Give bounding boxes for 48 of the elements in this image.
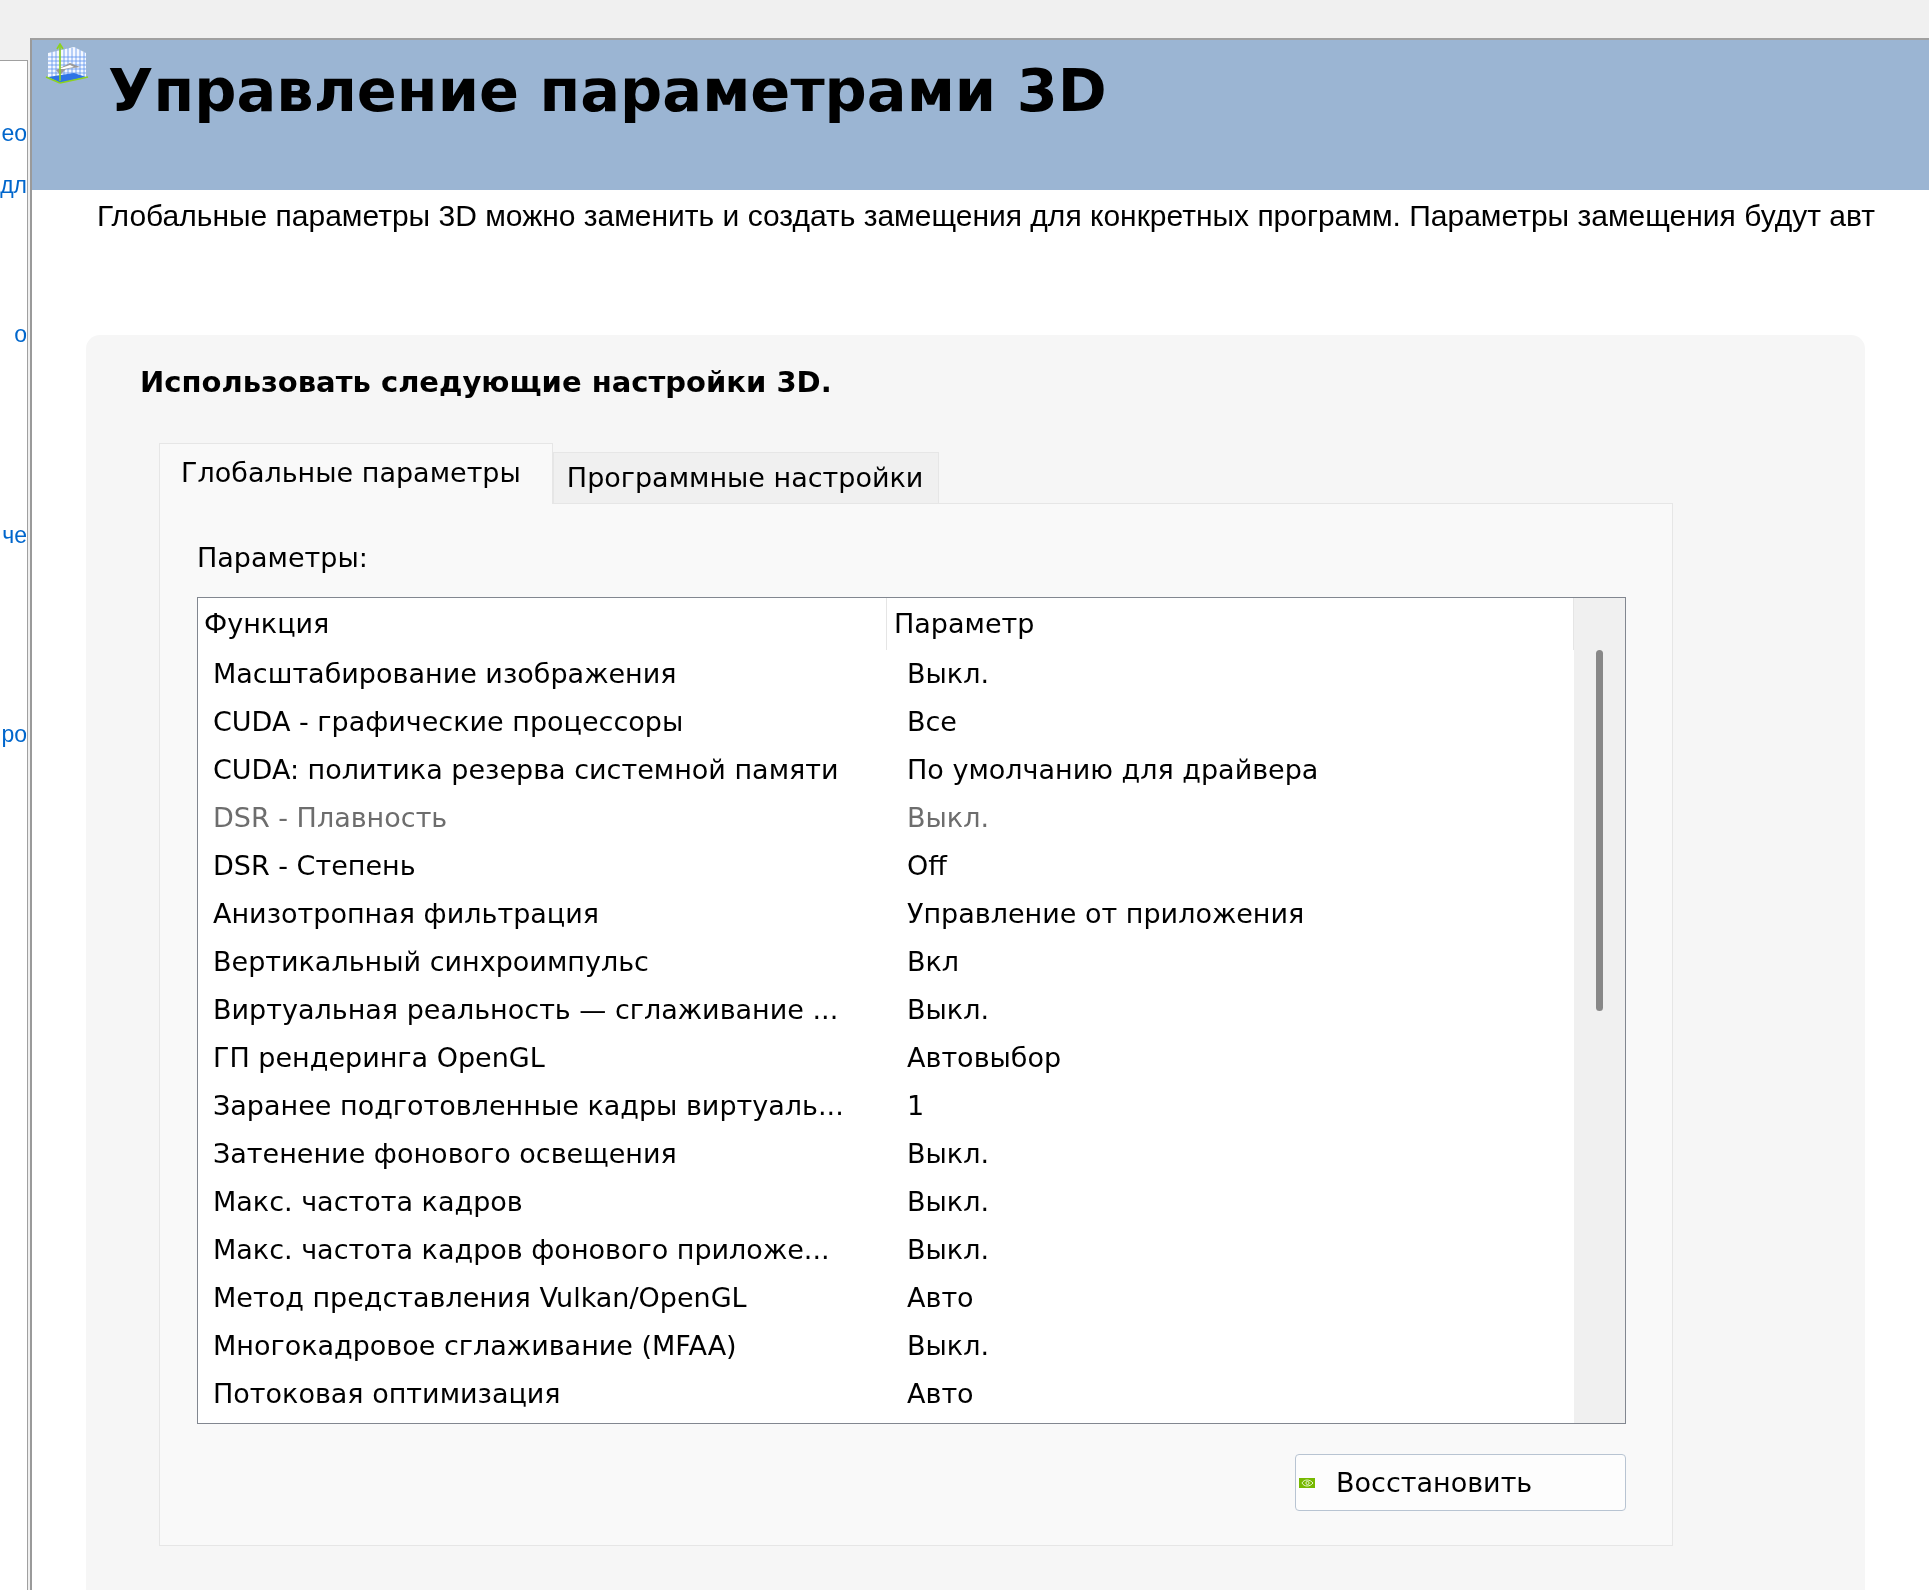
setting-name-cell-text: CUDA - графические процессоры <box>212 705 685 739</box>
setting-name-cell-text: Макс. частота кадров <box>212 1185 524 1219</box>
setting-value-cell-text: Автовыбор <box>906 1041 1062 1075</box>
scrollbar[interactable] <box>1574 598 1625 1423</box>
restore-button[interactable]: Восстановить <box>1295 1454 1626 1511</box>
sidebar-link[interactable]: ро <box>1 719 27 749</box>
setting-value-cell-text: Выкл. <box>906 801 989 835</box>
setting-name-cell-text: ГП рендеринга OpenGL <box>212 1041 546 1075</box>
panel-heading: Использовать следующие настройки 3D. <box>140 365 833 399</box>
page-description: Глобальные параметры 3D можно заменить и создать замещения для конкретных программ. Параметры замещения будут авт <box>97 198 1876 234</box>
sidebar-link[interactable]: че <box>2 520 27 550</box>
sidebar-link[interactable]: дл <box>0 170 27 200</box>
setting-value-cell-text: Выкл. <box>906 657 989 691</box>
setting-value-cell-text: Off <box>906 849 947 883</box>
setting-name-cell-text: Затенение фонового освещения <box>212 1137 678 1171</box>
setting-name-cell-text: Метод представления Vulkan/OpenGL <box>212 1281 748 1315</box>
setting-name-cell-text: Анизотропная фильтрация <box>212 897 600 931</box>
page-title: Управление параметрами 3D <box>108 55 1107 127</box>
setting-value-cell-text: Выкл. <box>906 1329 989 1363</box>
sidebar-link[interactable]: о <box>14 319 27 349</box>
sidebar-link[interactable]: ео <box>1 118 27 148</box>
setting-value-cell-text: По умолчанию для драйвера <box>906 753 1319 787</box>
setting-name-cell-text: Заранее подготовленные кадры виртуаль... <box>212 1089 845 1123</box>
setting-value-cell-text: Авто <box>906 1377 974 1411</box>
setting-value-cell-text: Управление от приложения <box>906 897 1305 931</box>
setting-name-cell-text: CUDA: политика резерва системной памяти <box>212 753 840 787</box>
setting-value-cell-text: Выкл. <box>906 1185 989 1219</box>
scrollbar-thumb[interactable] <box>1596 650 1603 1011</box>
setting-name-cell-text: Многокадровое сглаживание (MFAA) <box>212 1329 738 1363</box>
swirl-logo-icon <box>1299 1477 1315 1488</box>
column-header[interactable]: Функция <box>198 598 886 650</box>
setting-name-cell-text: Макс. частота кадров фонового приложе... <box>212 1233 831 1267</box>
setting-value-cell-text: Выкл. <box>906 1137 989 1171</box>
tab[interactable]: Глобальные параметры <box>159 443 553 504</box>
setting-value-cell-text: 1 <box>906 1089 925 1123</box>
settings-label: Параметры: <box>197 542 369 574</box>
setting-name-cell-text: Потоковая оптимизация <box>212 1377 562 1411</box>
setting-name-cell-text: DSR - Плавность <box>212 801 449 835</box>
setting-name-cell-text: Масштабирование изображения <box>212 657 678 691</box>
setting-value-cell-text: Вкл <box>906 945 960 979</box>
setting-name-cell-text: Виртуальная реальность — сглаживание ... <box>212 993 840 1027</box>
setting-value-cell-text: Все <box>906 705 957 739</box>
tab[interactable]: Программные настройки <box>552 452 940 503</box>
setting-value-cell-text: Выкл. <box>906 1233 989 1267</box>
setting-name-cell-text: Вертикальный синхроимпульс <box>212 945 650 979</box>
setting-value-cell-text: Выкл. <box>906 993 989 1027</box>
setting-value-cell-text: Авто <box>906 1281 974 1315</box>
setting-name-cell-text: DSR - Степень <box>212 849 417 883</box>
